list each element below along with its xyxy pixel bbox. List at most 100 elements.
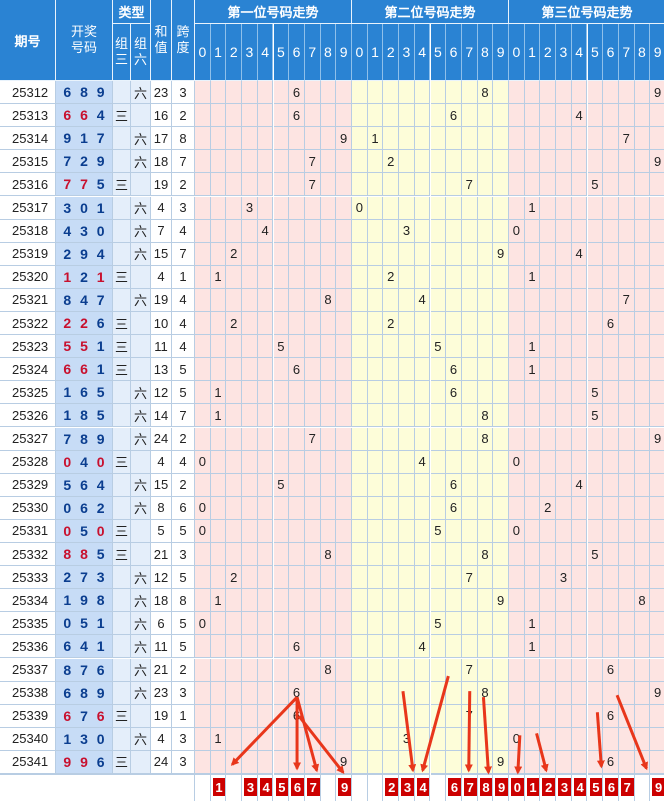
sum-cell: 4: [151, 265, 172, 289]
grid-cell: [273, 404, 290, 428]
grid-cell: [226, 612, 243, 636]
grid-cell: [524, 658, 541, 682]
grid-cell: [587, 681, 604, 705]
grid-cell: [336, 81, 352, 105]
span-cell: 3: [172, 196, 195, 220]
grid-cell: [587, 635, 604, 659]
grid-cell: [195, 312, 211, 336]
grid-cell: [257, 473, 274, 497]
type-six-cell: [131, 750, 151, 774]
trend-point: 4: [414, 450, 431, 474]
grid-cell: [226, 196, 243, 220]
forecast-slot: [352, 774, 368, 801]
grid-cell: [226, 150, 243, 174]
grid-cell: [556, 589, 572, 613]
grid-cell: [650, 450, 664, 474]
grid-cell: [461, 150, 478, 174]
trend-point: 6: [603, 312, 619, 336]
grid-cell: [320, 265, 337, 289]
grid-cell: [257, 104, 274, 128]
draw-digit: 8: [80, 407, 88, 424]
grid-cell: [226, 496, 243, 520]
trend-point: 4: [414, 635, 431, 659]
grid-cell: [603, 427, 619, 451]
grid-cell: [383, 427, 400, 451]
grid-cell: [414, 150, 431, 174]
trend-point: 0: [509, 219, 525, 243]
grid-cell: [383, 288, 400, 312]
grid-cell: [587, 519, 604, 543]
draw-numbers: 847: [56, 288, 113, 312]
grid-cell: [461, 404, 478, 428]
grid-cell: [273, 496, 290, 520]
forecast-pick-pos1: 9: [338, 778, 351, 796]
header-pos2-digit-9: 9: [493, 24, 509, 81]
draw-digit: 5: [96, 384, 105, 401]
forecast-pick-pos3: 7: [620, 778, 634, 796]
type-three-cell: [113, 589, 131, 613]
grid-cell: [430, 427, 447, 451]
forecast-pick-pos1: 7: [306, 778, 320, 796]
draw-numbers: 430: [56, 219, 113, 243]
trend-point: 5: [587, 543, 604, 567]
trend-point: 7: [618, 127, 635, 151]
grid-cell: [571, 335, 588, 359]
type-six-cell: 六: [131, 727, 151, 751]
type-six-cell: [131, 519, 151, 543]
grid-cell: [571, 612, 588, 636]
grid-cell: [273, 381, 290, 405]
trend-point: 0: [195, 450, 211, 474]
grid-cell: [399, 335, 415, 359]
grid-cell: [399, 635, 415, 659]
grid-cell: [509, 658, 525, 682]
grid-cell: [618, 612, 635, 636]
grid-cell: [461, 473, 478, 497]
grid-cell: [603, 381, 619, 405]
grid-cell: [540, 81, 557, 105]
grid-cell: [336, 242, 352, 266]
grid-cell: [650, 704, 664, 728]
grid-cell: [571, 404, 588, 428]
grid-cell: [461, 519, 478, 543]
grid-cell: [352, 381, 368, 405]
grid-cell: [634, 335, 651, 359]
grid-cell: [383, 704, 400, 728]
grid-cell: [289, 450, 305, 474]
grid-cell: [524, 104, 541, 128]
grid-cell: [650, 312, 664, 336]
grid-cell: [242, 150, 258, 174]
grid-cell: [242, 635, 258, 659]
grid-cell: [650, 496, 664, 520]
grid-cell: [336, 150, 352, 174]
grid-cell: [210, 358, 227, 382]
grid-cell: [414, 612, 431, 636]
grid-cell: [461, 496, 478, 520]
forecast-pick-pos2: 2: [385, 778, 399, 796]
sum-cell: 6: [151, 612, 172, 636]
grid-cell: [304, 681, 321, 705]
sum-cell: 21: [151, 658, 172, 682]
header-pos3-digit-5: 5: [587, 24, 604, 81]
grid-cell: [210, 566, 227, 590]
trend-point: 0: [195, 519, 211, 543]
grid-cell: [273, 750, 290, 774]
grid-cell: [618, 312, 635, 336]
grid-cell: [634, 265, 651, 289]
grid-cell: [399, 543, 415, 567]
grid-cell: [210, 104, 227, 128]
header-type-six: 组六: [131, 24, 151, 81]
grid-cell: [242, 173, 258, 197]
header-span: 跨度: [172, 0, 195, 81]
grid-cell: [242, 519, 258, 543]
header-pos3-digit-8: 8: [634, 24, 651, 81]
grid-cell: [430, 473, 447, 497]
grid-cell: [461, 104, 478, 128]
grid-cell: [320, 404, 337, 428]
grid-cell: [210, 496, 227, 520]
grid-cell: [650, 543, 664, 567]
trend-point: 5: [587, 404, 604, 428]
grid-cell: [399, 358, 415, 382]
grid-cell: [540, 566, 557, 590]
draw-digit: 9: [96, 84, 105, 101]
grid-cell: [461, 543, 478, 567]
